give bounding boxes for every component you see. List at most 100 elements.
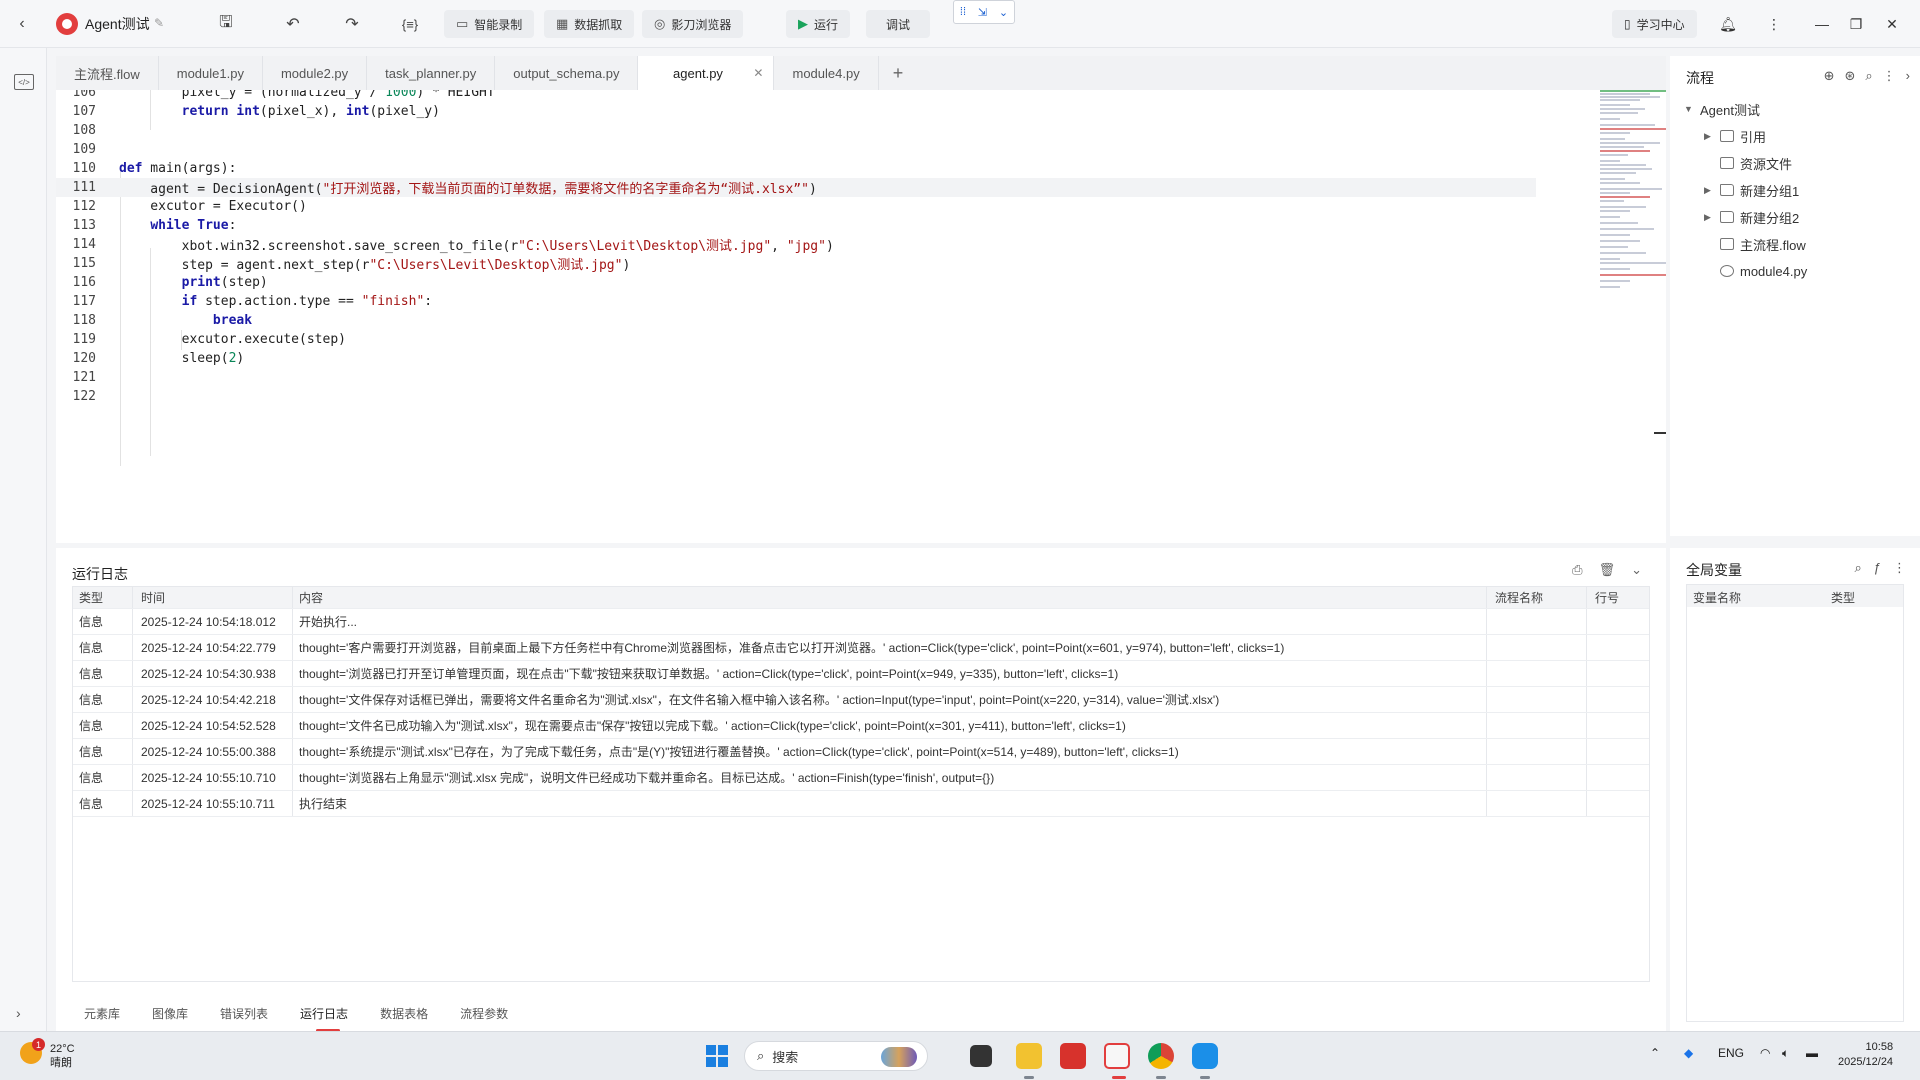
back-icon[interactable]: ‹ (8, 10, 36, 38)
run-button[interactable]: ▶ 运行 (786, 10, 851, 38)
code-line[interactable]: 113 while True: (56, 216, 1536, 235)
code-block-icon[interactable]: {≡} (396, 10, 424, 38)
system-clock[interactable]: 10:58 2025/12/24 (1838, 1040, 1893, 1070)
tray-app-icon[interactable]: ◆ (1684, 1046, 1693, 1060)
collapse-panel-icon[interactable]: › (1906, 68, 1910, 84)
tab-agent[interactable]: agent.py ✕ (638, 56, 775, 90)
code-line[interactable]: 110 def main(args): (56, 159, 1536, 178)
add-flow-icon[interactable]: ⊕ (1824, 68, 1835, 84)
record-button[interactable]: ▭ 智能录制 (444, 10, 535, 38)
expand-arrow-icon[interactable]: ▶ (1704, 185, 1714, 196)
collapse-icon[interactable]: ⇲ (978, 6, 987, 19)
learning-center-button[interactable]: ▯ 学习中心 (1612, 10, 1697, 38)
tree-item-main-flow[interactable]: 主流程.flow (1704, 233, 1806, 255)
table-row[interactable]: 信息 2025-12-24 10:54:30.938 thought='浏览器已打开… (73, 661, 1649, 687)
code-line[interactable]: 111 agent = DecisionAgent("打开浏览器，下载当前页面的… (56, 178, 1536, 197)
language-indicator[interactable]: ENG (1718, 1046, 1744, 1060)
table-row[interactable]: 信息 2025-12-24 10:55:10.710 thought='浏览器右上角… (73, 765, 1649, 791)
minimize-icon[interactable]: — (1808, 12, 1836, 36)
weather-widget[interactable]: 22°C 晴朗 (50, 1042, 75, 1070)
save-icon[interactable]: 🖫 (212, 10, 240, 38)
add-tab-icon[interactable]: + (879, 63, 918, 84)
edit-title-icon[interactable]: ✎ (154, 16, 164, 30)
tree-item-module4[interactable]: module4.py (1704, 260, 1807, 282)
tab-module4[interactable]: module4.py (774, 56, 879, 90)
code-line[interactable]: 120 sleep(2) (56, 349, 1536, 368)
tab-error-list[interactable]: 错误列表 (220, 1005, 268, 1022)
grid-icon[interactable]: ⁞⁞ (960, 6, 966, 18)
floating-toolbar[interactable]: ⁞⁞ ⇲ ⌄ (953, 0, 1015, 24)
tab-module1[interactable]: module1.py (159, 56, 263, 90)
search-icon[interactable]: ⌕ (1854, 560, 1861, 576)
code-line[interactable]: 117 if step.action.type == "finish": (56, 292, 1536, 311)
restore-icon[interactable]: ❐ (1842, 12, 1870, 36)
redo-icon[interactable]: ↷ (338, 10, 366, 38)
close-icon[interactable]: ✕ (1878, 12, 1906, 36)
table-row[interactable]: 信息 2025-12-24 10:54:22.779 thought='客户需要打开… (73, 635, 1649, 661)
code-line[interactable]: 118 break (56, 311, 1536, 330)
tab-data-table[interactable]: 数据表格 (380, 1005, 428, 1022)
add-module-icon[interactable]: ⊛ (1844, 68, 1855, 84)
wps-icon[interactable] (1060, 1043, 1086, 1069)
bell-icon[interactable]: 🔔︎ (1714, 12, 1742, 36)
more-icon[interactable]: ⋮ (1883, 68, 1896, 84)
task-view-icon[interactable] (970, 1045, 992, 1067)
expand-arrow-icon[interactable]: ▶ (1704, 212, 1714, 223)
chevron-down-icon[interactable]: ⌄ (1631, 562, 1642, 578)
code-line[interactable]: 109 (56, 140, 1536, 159)
code-line[interactable]: 121 (56, 368, 1536, 387)
search-icon[interactable]: ⌕ (1865, 68, 1872, 84)
table-row[interactable]: 信息 2025-12-24 10:55:00.388 thought='系统提示"测… (73, 739, 1649, 765)
tree-root[interactable]: ▼ Agent测试 (1684, 98, 1760, 120)
code-line[interactable]: 114 xbot.win32.screenshot.save_screen_to… (56, 235, 1536, 254)
tab-run-log[interactable]: 运行日志 (300, 1005, 348, 1032)
code-line[interactable]: 108 (56, 121, 1536, 140)
expand-rail-icon[interactable]: › (16, 1005, 21, 1021)
table-row[interactable]: 信息 2025-12-24 10:54:42.218 thought='文件保存对话… (73, 687, 1649, 713)
code-view-icon[interactable]: </> (14, 74, 34, 90)
close-tab-icon[interactable]: ✕ (753, 66, 763, 80)
chevron-down-icon[interactable]: ⌄ (999, 6, 1008, 19)
table-row[interactable]: 信息 2025-12-24 10:55:10.711 执行结束 (73, 791, 1649, 817)
code-line[interactable]: 119 excutor.execute(step) (56, 330, 1536, 349)
tab-module2[interactable]: module2.py (263, 56, 368, 90)
code-minimap[interactable] (1596, 90, 1666, 330)
taskbar-search[interactable]: ⌕ 搜索 (744, 1041, 928, 1071)
windows-start-icon[interactable] (706, 1045, 728, 1067)
table-row[interactable]: 信息 2025-12-24 10:54:18.012 开始执行... (73, 609, 1649, 635)
code-line[interactable]: 122 (56, 387, 1536, 406)
tree-item-group1[interactable]: ▶ 新建分组1 (1704, 179, 1799, 201)
tree-item-group2[interactable]: ▶ 新建分组2 (1704, 206, 1799, 228)
tree-item-resources[interactable]: 资源文件 (1704, 152, 1792, 174)
chrome-icon[interactable] (1148, 1043, 1174, 1069)
expand-arrow-icon[interactable]: ▶ (1704, 131, 1714, 142)
scrape-button[interactable]: ▦ 数据抓取 (544, 10, 635, 38)
function-icon[interactable]: ƒ (1874, 560, 1881, 576)
code-line[interactable]: 115 step = agent.next_step(r"C:\Users\Le… (56, 254, 1536, 273)
tab-image-library[interactable]: 图像库 (152, 1005, 188, 1022)
more-icon[interactable]: ⋮ (1760, 12, 1788, 36)
browser-button[interactable]: ◎ 影刀浏览器 (642, 10, 744, 38)
tab-flow-params[interactable]: 流程参数 (460, 1005, 508, 1022)
app-icon[interactable] (1192, 1043, 1218, 1069)
expand-arrow-icon[interactable]: ▼ (1684, 104, 1694, 114)
trash-icon[interactable]: 🗑︎ (1599, 562, 1616, 578)
table-row[interactable]: 信息 2025-12-24 10:54:52.528 thought='文件名已成功… (73, 713, 1649, 739)
tab-output-schema[interactable]: output_schema.py (495, 56, 639, 90)
tray-chevron-icon[interactable]: ⌃ (1650, 1046, 1660, 1060)
tab-main-flow[interactable]: 主流程.flow (56, 56, 159, 90)
tab-element-library[interactable]: 元素库 (84, 1005, 120, 1022)
scroll-indicator[interactable] (1654, 432, 1666, 434)
code-editor[interactable]: 106 pixel_y = (normalized_y / 1000) * HE… (56, 90, 1666, 543)
code-line[interactable]: 106 pixel_y = (normalized_y / 1000) * HE… (56, 90, 1536, 102)
undo-icon[interactable]: ↶ (279, 10, 307, 38)
debug-button[interactable]: 调试 (866, 10, 930, 38)
tree-item-references[interactable]: ▶ 引用 (1704, 125, 1766, 147)
more-icon[interactable]: ⋮ (1893, 560, 1906, 576)
export-icon[interactable]: ⎙ (1572, 562, 1582, 578)
code-line[interactable]: 112 excutor = Executor() (56, 197, 1536, 216)
file-explorer-icon[interactable] (1016, 1043, 1042, 1069)
volume-icon[interactable]: 🔈︎ (1782, 1046, 1789, 1061)
code-line[interactable]: 116 print(step) (56, 273, 1536, 292)
battery-icon[interactable]: ▬ (1806, 1046, 1818, 1060)
